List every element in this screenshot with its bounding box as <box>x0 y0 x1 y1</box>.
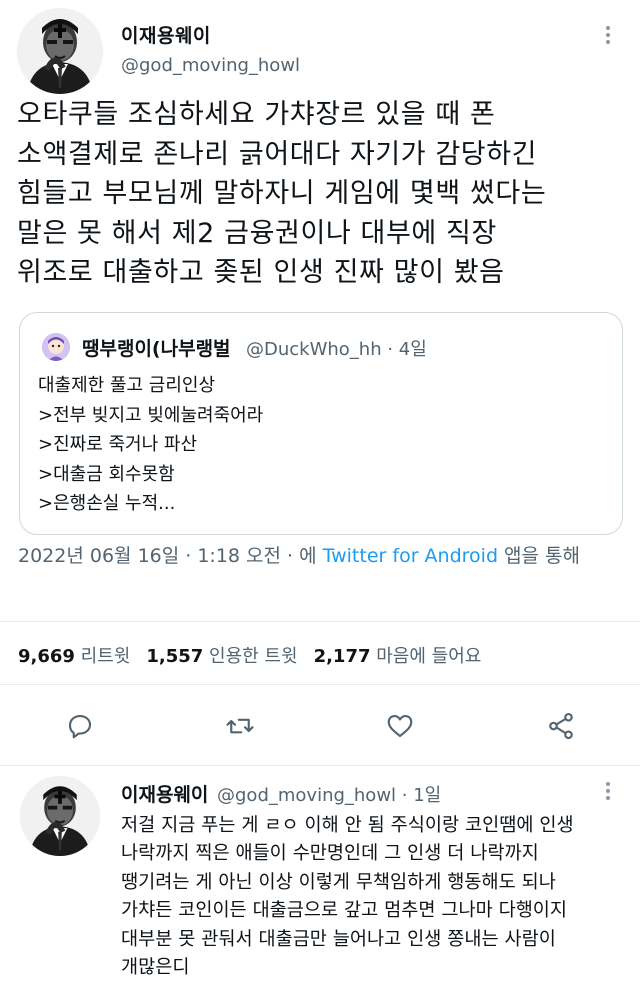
quoted-author-avatar <box>42 333 70 361</box>
profile-photo-icon <box>17 8 103 94</box>
source-suffix: 앱을 통해 <box>498 545 580 567</box>
retweets-stat[interactable]: 9,669 리트윗 <box>18 646 130 667</box>
share-icon <box>549 712 573 740</box>
reply-author-name[interactable]: 이재용웨이 <box>121 780 208 807</box>
divider <box>0 684 640 685</box>
like-button[interactable] <box>380 706 420 746</box>
quoted-line: >은행손실 누적... <box>38 493 176 515</box>
retweet-button[interactable] <box>220 706 260 746</box>
source-link[interactable]: Twitter for Android <box>323 545 498 567</box>
reply-author-handle[interactable]: @god_moving_howl · 1일 <box>217 781 441 807</box>
quoted-line: >진짜로 죽거나 파산 <box>38 434 198 456</box>
quotes-stat[interactable]: 1,557 인용한 트윗 <box>146 646 297 667</box>
tweet-text: 오타쿠들 조심하세요 가챠장르 있을 때 폰 소액결제로 존나리 긁어대다 자기… <box>17 99 547 288</box>
author-name[interactable]: 이재용웨이 <box>121 21 211 48</box>
like-icon <box>387 714 413 738</box>
engagement-stats: 9,669 리트윗 1,557 인용한 트윗 2,177 마음에 들어요 <box>18 642 481 668</box>
quoted-tweet-card[interactable]: 땡부랭이(나부랭벌 @DuckWho_hh · 4일 대출제한 풀고 금리인상 … <box>19 312 623 535</box>
author-handle[interactable]: @god_moving_howl <box>121 55 300 76</box>
reply-icon <box>68 714 92 739</box>
profile-photo-icon <box>20 776 100 856</box>
quoted-author-name: 땡부랭이(나부랭벌 <box>82 338 231 360</box>
quoted-line: 대출제한 풀고 금리인상 <box>38 375 216 396</box>
divider <box>0 765 640 766</box>
reply-author-avatar[interactable] <box>20 776 100 856</box>
divider <box>0 621 640 622</box>
more-options-icon[interactable] <box>598 22 618 48</box>
cartoon-avatar-icon <box>42 333 70 361</box>
more-options-icon[interactable] <box>598 778 618 804</box>
quoted-line: >전부 빚지고 빚에눌려죽어라 <box>38 404 264 426</box>
timestamp-text: 2022년 06월 16일 · 1:18 오전 · 에 <box>18 545 323 567</box>
reply-button[interactable] <box>60 706 100 746</box>
tweet-timestamp: 2022년 06월 16일 · 1:18 오전 · 에 Twitter for … <box>18 542 608 571</box>
retweet-icon <box>226 718 254 734</box>
share-button[interactable] <box>541 706 581 746</box>
quoted-author-handle: @DuckWho_hh · 4일 <box>246 339 427 360</box>
likes-stat[interactable]: 2,177 마음에 들어요 <box>314 646 482 667</box>
author-avatar[interactable] <box>17 8 103 94</box>
quoted-tweet-text: 대출제한 풀고 금리인상 >전부 빚지고 빚에눌려죽어라 >진짜로 죽거나 파산… <box>38 371 263 519</box>
quoted-line: >대출금 회수못함 <box>38 463 175 485</box>
reply-text: 저걸 지금 푸는 게 ㄹㅇ 이해 안 됨 주식이랑 코인땜에 인생 나락까지 찍… <box>121 815 574 979</box>
